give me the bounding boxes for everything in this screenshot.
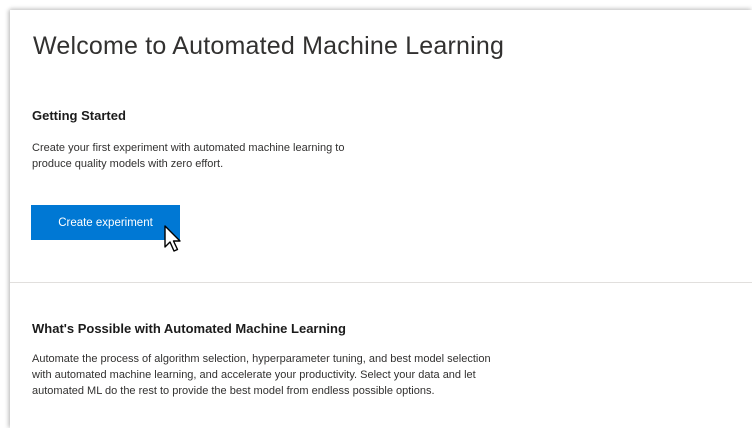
whats-possible-line-3: automated ML do the rest to provide the … <box>32 385 435 397</box>
whats-possible-heading: What's Possible with Automated Machine L… <box>32 321 346 336</box>
welcome-panel: Welcome to Automated Machine Learning Ge… <box>10 10 752 428</box>
getting-started-line-1: Create your first experiment with automa… <box>32 142 345 154</box>
getting-started-line-2: produce quality models with zero effort. <box>32 158 224 170</box>
whats-possible-description: Automate the process of algorithm select… <box>32 351 602 399</box>
whats-possible-line-2: with automated machine learning, and acc… <box>32 369 476 381</box>
section-divider <box>10 282 752 283</box>
mouse-pointer-icon <box>164 225 181 252</box>
page-title: Welcome to Automated Machine Learning <box>33 32 505 60</box>
create-experiment-button-label: Create experiment <box>58 216 153 229</box>
create-experiment-button[interactable]: Create experiment <box>31 205 180 240</box>
whats-possible-line-1: Automate the process of algorithm select… <box>32 353 491 365</box>
getting-started-description: Create your first experiment with automa… <box>32 140 432 172</box>
getting-started-heading: Getting Started <box>32 108 126 123</box>
